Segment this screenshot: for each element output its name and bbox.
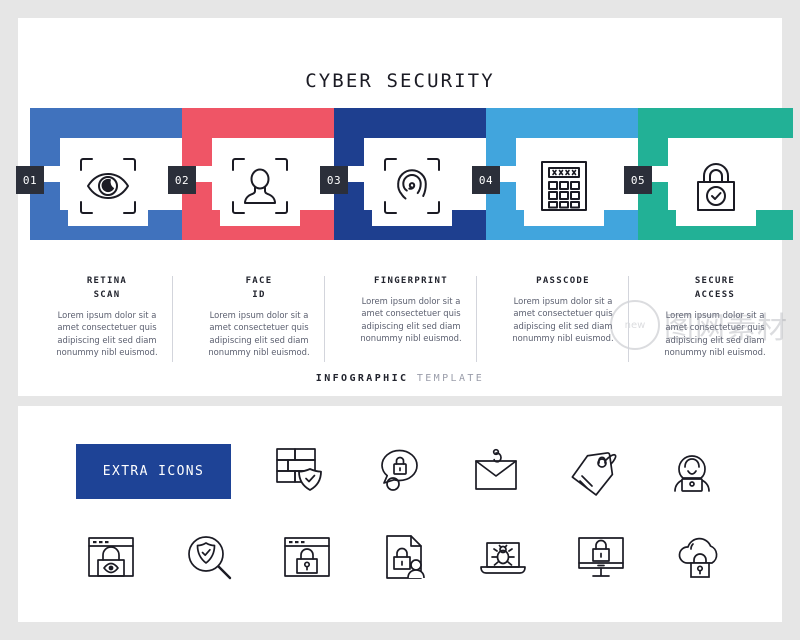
monitor-lock-icon[interactable] bbox=[566, 526, 636, 588]
chat-lock-icon[interactable] bbox=[363, 440, 433, 502]
firewall-shield-icon[interactable] bbox=[265, 440, 335, 502]
footer-caption: INFOGRAPHIC TEMPLATE bbox=[18, 373, 782, 384]
main-infographic-panel: CYBER SECURITY 01 02 03 04 05 RETINA SCA… bbox=[16, 18, 793, 396]
phishing-email-icon[interactable] bbox=[461, 440, 531, 502]
step-03: 03 bbox=[320, 108, 489, 268]
caption-divider bbox=[476, 276, 477, 362]
step-05: 05 bbox=[624, 108, 793, 268]
step-number-badge-01: 01 bbox=[16, 166, 44, 194]
step-heading: FINGERPRINT bbox=[374, 276, 448, 286]
bracket-top-bar bbox=[334, 108, 489, 138]
passcode-keypad-icon bbox=[524, 146, 604, 226]
step-heading: SECURE ACCESS bbox=[694, 276, 736, 300]
bracket-top-stub bbox=[638, 138, 668, 166]
infographic-canvas: CYBER SECURITY 01 02 03 04 05 RETINA SCA… bbox=[0, 0, 800, 640]
footer-bold-text: INFOGRAPHIC bbox=[315, 373, 409, 384]
footer-light-text: TEMPLATE bbox=[416, 373, 485, 384]
caption-divider bbox=[172, 276, 173, 362]
bracket-top-stub bbox=[182, 138, 212, 166]
browser-padlock-icon[interactable] bbox=[272, 526, 342, 588]
step-number-badge-02: 02 bbox=[168, 166, 196, 194]
step-04: 04 bbox=[472, 108, 641, 268]
secure-access-padlock-icon bbox=[676, 146, 756, 226]
face-id-icon bbox=[220, 146, 300, 226]
bracket-top-stub bbox=[30, 138, 60, 166]
step-heading: FACE ID bbox=[245, 276, 273, 300]
step-body-text: Lorem ipsum dolor sit a amet consectetue… bbox=[512, 296, 614, 344]
step-number-badge-04: 04 bbox=[472, 166, 500, 194]
extra-icons-label: EXTRA ICONS bbox=[76, 444, 231, 499]
step-heading: RETINA SCAN bbox=[86, 276, 128, 300]
bracket-top-bar bbox=[638, 108, 793, 138]
step-caption-03: FINGERPRINT Lorem ipsum dolor sit a amet… bbox=[336, 274, 486, 345]
step-caption-05: SECURE ACCESS Lorem ipsum dolor sit a ame… bbox=[640, 274, 790, 359]
magnifier-shield-icon[interactable] bbox=[174, 526, 244, 588]
page-title: CYBER SECURITY bbox=[305, 70, 495, 92]
caption-divider bbox=[628, 276, 629, 362]
step-caption-02: FACE ID Lorem ipsum dolor sit a amet cons… bbox=[184, 274, 334, 359]
document-lock-user-icon[interactable] bbox=[370, 526, 440, 588]
caption-divider bbox=[324, 276, 325, 362]
captions-row: RETINA SCAN Lorem ipsum dolor sit a amet … bbox=[18, 274, 782, 366]
extra-icons-panel: EXTRA ICONS bbox=[18, 406, 782, 622]
step-body-text: Lorem ipsum dolor sit a amet consectetue… bbox=[208, 310, 310, 358]
step-02: 02 bbox=[168, 108, 337, 268]
cloud-padlock-icon[interactable] bbox=[664, 526, 734, 588]
steps-row: 01 02 03 04 05 bbox=[16, 108, 793, 268]
bracket-top-stub bbox=[334, 138, 364, 166]
bracket-top-bar bbox=[30, 108, 185, 138]
tag-lock-icon[interactable] bbox=[559, 440, 629, 502]
bracket-top-stub bbox=[486, 138, 516, 166]
browser-lock-eye-icon[interactable] bbox=[76, 526, 146, 588]
step-number-badge-03: 03 bbox=[320, 166, 348, 194]
retina-scan-icon bbox=[68, 146, 148, 226]
step-01: 01 bbox=[16, 108, 185, 268]
fingerprint-icon bbox=[372, 146, 452, 226]
step-number-badge-05: 05 bbox=[624, 166, 652, 194]
laptop-bug-icon[interactable] bbox=[468, 526, 538, 588]
bracket-top-bar bbox=[486, 108, 641, 138]
step-body-text: Lorem ipsum dolor sit a amet consectetue… bbox=[360, 296, 462, 344]
step-caption-01: RETINA SCAN Lorem ipsum dolor sit a amet … bbox=[32, 274, 182, 359]
step-caption-04: PASSCODE Lorem ipsum dolor sit a amet co… bbox=[488, 274, 638, 345]
bracket-top-bar bbox=[182, 108, 337, 138]
step-body-text: Lorem ipsum dolor sit a amet consectetue… bbox=[664, 310, 766, 358]
hacker-laptop-icon[interactable] bbox=[657, 440, 727, 502]
step-heading: PASSCODE bbox=[536, 276, 590, 286]
step-body-text: Lorem ipsum dolor sit a amet consectetue… bbox=[56, 310, 158, 358]
